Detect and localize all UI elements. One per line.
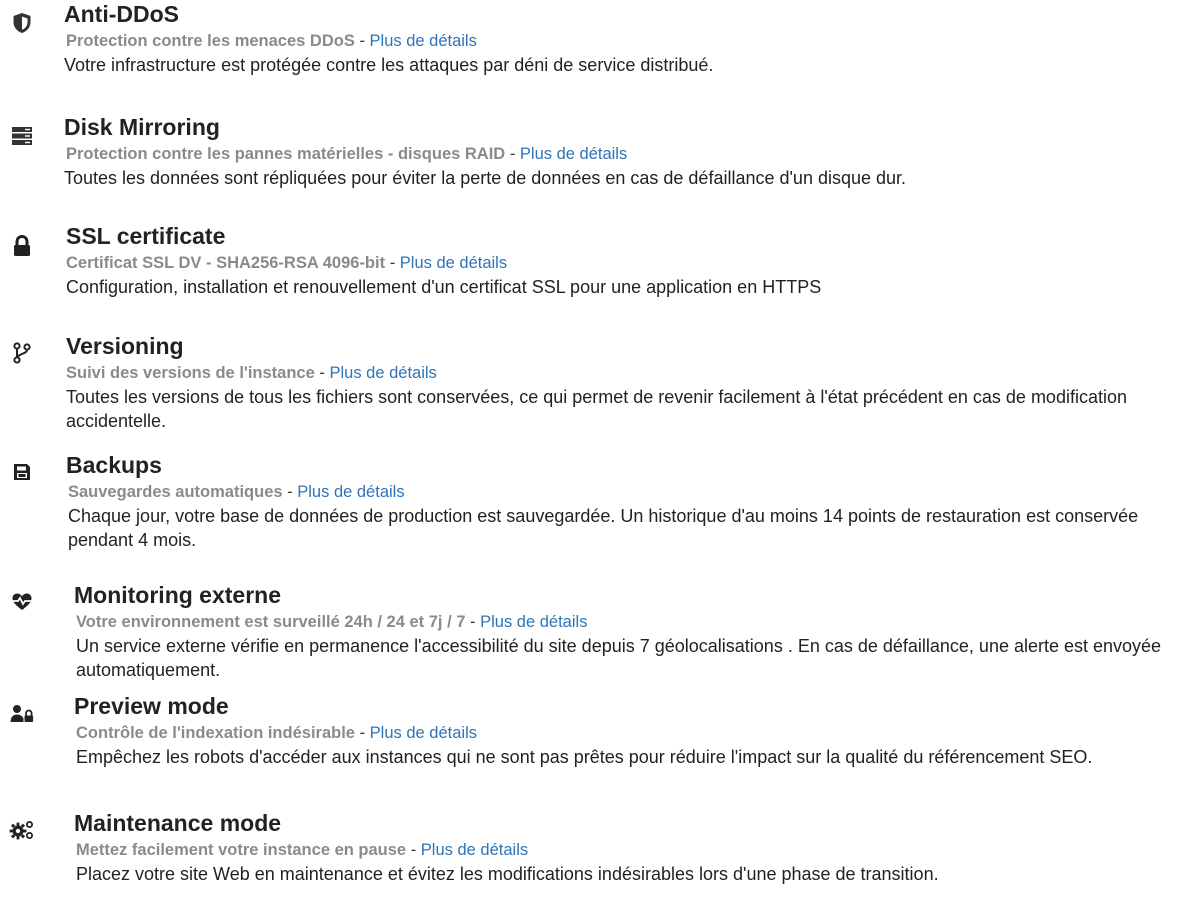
feature-title: Disk Mirroring bbox=[64, 114, 220, 140]
floppy-disk-icon bbox=[9, 459, 35, 485]
more-details-link[interactable]: Plus de détails bbox=[329, 364, 436, 382]
feature-subtitle: Sauvegardes automatiques bbox=[68, 483, 283, 501]
feature-list: Anti-DDoS Protection contre les menaces … bbox=[0, 0, 1191, 921]
feature-subtitle: Certificat SSL DV - SHA256-RSA 4096-bit bbox=[66, 254, 386, 272]
feature-subtitle-line: Suivi des versions de l'instance - Plus … bbox=[66, 362, 437, 384]
feature-description: Empêchez les robots d'accéder aux instan… bbox=[76, 747, 1093, 767]
feature-subtitle-line: Votre environnement est surveillé 24h / … bbox=[76, 611, 587, 633]
feature-description: Votre infrastructure est protégée contre… bbox=[64, 55, 714, 75]
feature-subtitle: Votre environnement est surveillé 24h / … bbox=[76, 613, 466, 631]
feature-subtitle-line: Protection contre les pannes matérielles… bbox=[66, 143, 627, 165]
feature-subtitle: Protection contre les pannes matérielles… bbox=[66, 145, 506, 163]
feature-subtitle: Contrôle de l'indexation indésirable bbox=[76, 724, 355, 742]
more-details-link[interactable]: Plus de détails bbox=[480, 613, 587, 631]
separator: - bbox=[359, 32, 365, 50]
feature-title: Preview mode bbox=[74, 693, 229, 719]
feature-title: SSL certificate bbox=[66, 223, 226, 249]
feature-subtitle-line: Contrôle de l'indexation indésirable - P… bbox=[76, 722, 477, 744]
feature-subtitle: Protection contre les menaces DDoS bbox=[66, 32, 355, 50]
separator: - bbox=[470, 613, 476, 631]
feature-description: Placez votre site Web en maintenance et … bbox=[76, 864, 939, 884]
separator: - bbox=[389, 254, 396, 272]
feature-description: Toutes les données sont répliquées pour … bbox=[64, 168, 907, 188]
separator: - bbox=[410, 841, 417, 859]
separator: - bbox=[509, 145, 516, 163]
lock-icon bbox=[9, 233, 35, 259]
feature-title: Anti-DDoS bbox=[64, 1, 179, 27]
feature-subtitle: Mettez facilement votre instance en paus… bbox=[76, 841, 407, 859]
cogs-icon bbox=[9, 817, 35, 843]
more-details-link[interactable]: Plus de détails bbox=[370, 32, 477, 50]
more-details-link[interactable]: Plus de détails bbox=[297, 483, 404, 501]
feature-subtitle-line: Mettez facilement votre instance en paus… bbox=[76, 839, 528, 861]
more-details-link[interactable]: Plus de détails bbox=[520, 145, 627, 163]
more-details-link[interactable]: Plus de détails bbox=[370, 724, 477, 742]
separator: - bbox=[359, 724, 366, 742]
feature-title: Versioning bbox=[66, 333, 184, 359]
heartbeat-icon bbox=[9, 589, 35, 615]
feature-description: Chaque jour, votre base de données de pr… bbox=[68, 506, 1139, 550]
feature-description: Configuration, installation et renouvell… bbox=[66, 277, 822, 297]
feature-subtitle-line: Certificat SSL DV - SHA256-RSA 4096-bit … bbox=[66, 252, 507, 274]
feature-subtitle: Suivi des versions de l'instance bbox=[66, 364, 315, 382]
feature-title: Backups bbox=[66, 452, 162, 478]
separator: - bbox=[287, 483, 293, 501]
feature-subtitle-line: Protection contre les menaces DDoS - Plu… bbox=[66, 30, 477, 52]
feature-subtitle-line: Sauvegardes automatiques - Plus de détai… bbox=[68, 481, 405, 503]
shield-icon bbox=[9, 10, 35, 36]
user-lock-icon bbox=[9, 700, 35, 726]
feature-description: Un service externe vérifie en permanence… bbox=[76, 636, 1162, 680]
separator: - bbox=[319, 364, 325, 382]
feature-title: Maintenance mode bbox=[74, 810, 282, 836]
more-details-link[interactable]: Plus de détails bbox=[400, 254, 507, 272]
feature-description: Toutes les versions de tous les fichiers… bbox=[66, 387, 1127, 431]
feature-title: Monitoring externe bbox=[74, 582, 282, 608]
more-details-link[interactable]: Plus de détails bbox=[421, 841, 528, 859]
server-icon bbox=[9, 123, 35, 149]
code-branch-icon bbox=[9, 340, 35, 366]
